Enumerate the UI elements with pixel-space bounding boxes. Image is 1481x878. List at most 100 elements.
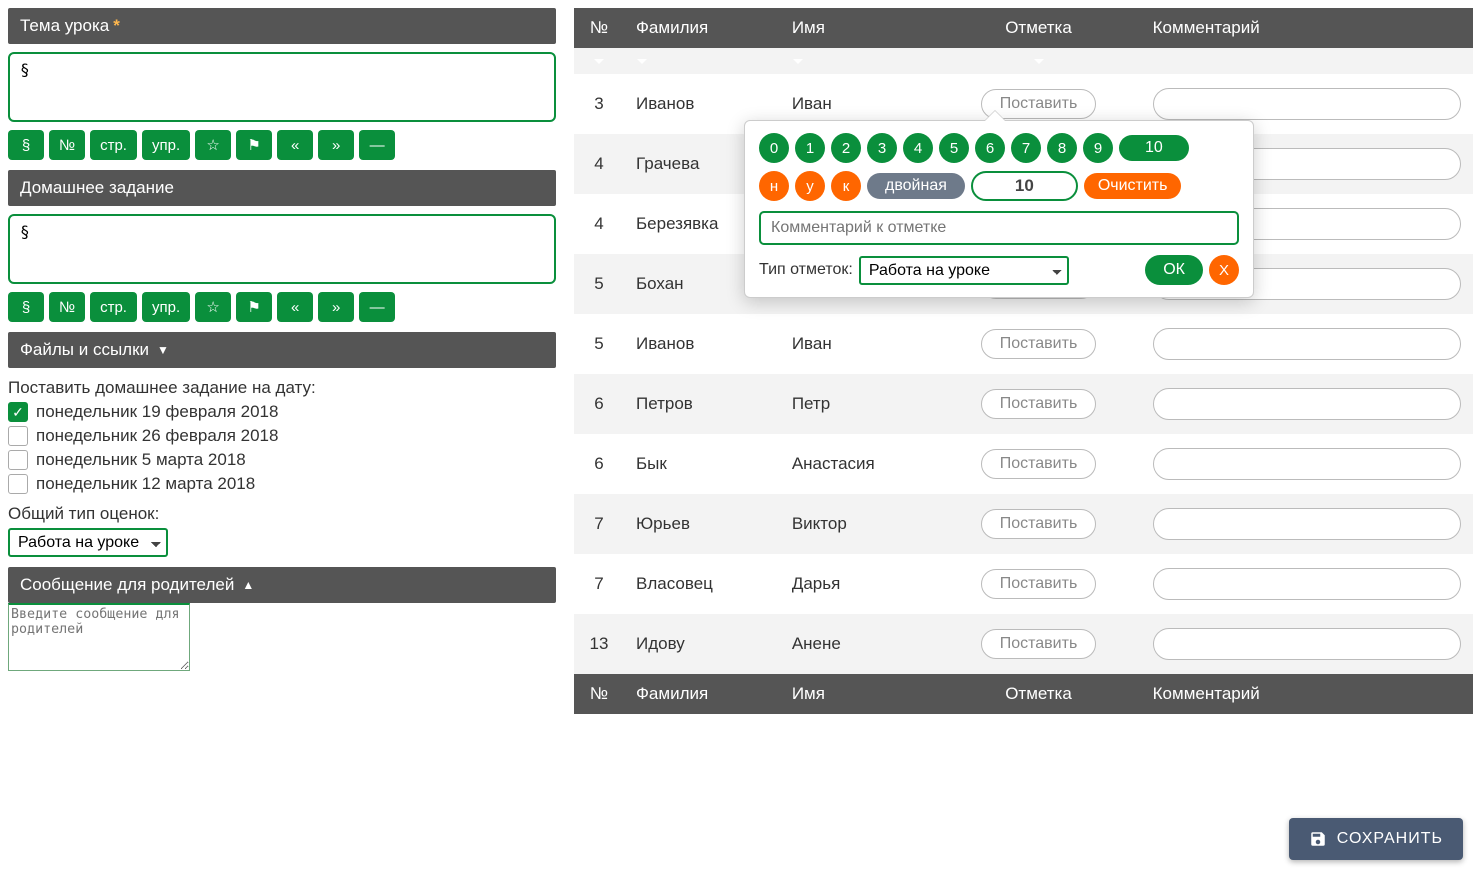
toolbar-button-3[interactable]: упр.	[142, 130, 190, 160]
row-firstname: Иван	[780, 314, 937, 374]
grade-type-select-popover[interactable]: Работа на уроке	[859, 256, 1069, 285]
table-col-header: Комментарий	[1141, 8, 1473, 48]
toolbar-button-2[interactable]: стр.	[90, 292, 137, 322]
table-col-header: Фамилия	[624, 8, 780, 48]
grade-num-7[interactable]: 7	[1011, 133, 1041, 163]
grade-num-2[interactable]: 2	[831, 133, 861, 163]
date-checkbox[interactable]	[8, 450, 28, 470]
grade-letter-н[interactable]: н	[759, 171, 789, 201]
toolbar-button-5[interactable]: ⚑	[236, 130, 272, 160]
sort-cell-empty	[1141, 48, 1473, 74]
toolbar-button-4[interactable]: ☆	[195, 292, 231, 322]
toolbar-button-6[interactable]: «	[277, 292, 313, 322]
grade-num-3[interactable]: 3	[867, 133, 897, 163]
row-lastname: Юрьев	[624, 494, 780, 554]
toolbar-button-2[interactable]: стр.	[90, 130, 137, 160]
toolbar-button-7[interactable]: »	[318, 130, 354, 160]
date-label: понедельник 12 марта 2018	[36, 474, 255, 494]
row-comment-input[interactable]	[1153, 388, 1461, 420]
row-firstname: Петр	[780, 374, 937, 434]
toolbar-button-0[interactable]: §	[8, 130, 44, 160]
save-button[interactable]: СОХРАНИТЬ	[1289, 818, 1463, 860]
row-firstname: Анастасия	[780, 434, 937, 494]
toolbar-button-1[interactable]: №	[49, 130, 85, 160]
double-grade-button[interactable]: двойная	[867, 173, 965, 199]
sort-cell[interactable]	[936, 48, 1140, 74]
date-checkbox[interactable]	[8, 474, 28, 494]
parents-header[interactable]: Сообщение для родителей ▲	[8, 567, 556, 603]
grade-extra-row: нук двойная 10 Очистить	[759, 171, 1239, 201]
left-panel: Тема урока * § §№стр.упр.☆⚑«»— Домашнее …	[8, 8, 556, 714]
table-row: 7ВласовецДарьяПоставить	[574, 554, 1473, 614]
set-grade-button[interactable]: Поставить	[981, 449, 1097, 479]
toolbar-button-6[interactable]: «	[277, 130, 313, 160]
table-footer-row: №ФамилияИмяОтметкаКомментарий	[574, 674, 1473, 714]
grade-num-6[interactable]: 6	[975, 133, 1005, 163]
table-col-header: Имя	[780, 8, 937, 48]
grade-letter-у[interactable]: у	[795, 171, 825, 201]
files-header[interactable]: Файлы и ссылки ▼	[8, 332, 556, 368]
grade-num-0[interactable]: 0	[759, 133, 789, 163]
sort-cell[interactable]	[574, 48, 624, 74]
parents-message-input[interactable]	[8, 603, 190, 671]
grade-number-row: 012345678910	[759, 133, 1239, 163]
row-comment-input[interactable]	[1153, 328, 1461, 360]
date-row: ✓понедельник 19 февраля 2018	[8, 402, 556, 422]
close-button[interactable]: X	[1209, 255, 1239, 285]
date-checkbox[interactable]	[8, 426, 28, 446]
toolbar-button-3[interactable]: упр.	[142, 292, 190, 322]
set-grade-button[interactable]: Поставить	[981, 389, 1097, 419]
grade-type-select[interactable]: Работа на уроке	[8, 528, 168, 557]
chevron-up-icon: ▲	[242, 578, 254, 592]
row-lastname: Бык	[624, 434, 780, 494]
grade-num-10[interactable]: 10	[1119, 135, 1189, 161]
grade-num-9[interactable]: 9	[1083, 133, 1113, 163]
row-comment-input[interactable]	[1153, 88, 1461, 120]
topic-header: Тема урока *	[8, 8, 556, 44]
grade-popover: 012345678910 нук двойная 10 Очистить Тип…	[744, 120, 1254, 298]
row-comment-input[interactable]	[1153, 628, 1461, 660]
row-lastname: Иванов	[624, 314, 780, 374]
row-comment-input[interactable]	[1153, 448, 1461, 480]
grade-letter-к[interactable]: к	[831, 171, 861, 201]
toolbar-button-8[interactable]: —	[359, 292, 395, 322]
grade-type-row: Тип отметок: Работа на уроке ОК X	[759, 255, 1239, 285]
sort-row	[574, 48, 1473, 74]
homework-input[interactable]: §	[8, 214, 556, 284]
set-grade-button[interactable]: Поставить	[981, 329, 1097, 359]
set-grade-button[interactable]: Поставить	[981, 509, 1097, 539]
homework-header: Домашнее задание	[8, 170, 556, 206]
row-comment-input[interactable]	[1153, 508, 1461, 540]
toolbar-button-5[interactable]: ⚑	[236, 292, 272, 322]
set-grade-button[interactable]: Поставить	[981, 569, 1097, 599]
row-firstname: Анене	[780, 614, 937, 674]
topic-input[interactable]: §	[8, 52, 556, 122]
clear-button[interactable]: Очистить	[1084, 173, 1182, 199]
set-grade-button[interactable]: Поставить	[981, 629, 1097, 659]
toolbar-button-4[interactable]: ☆	[195, 130, 231, 160]
sort-cell[interactable]	[624, 48, 780, 74]
toolbar-button-1[interactable]: №	[49, 292, 85, 322]
ok-button[interactable]: ОК	[1145, 255, 1203, 285]
homework-date-label: Поставить домашнее задание на дату:	[8, 378, 556, 398]
toolbar-button-8[interactable]: —	[359, 130, 395, 160]
grade-num-8[interactable]: 8	[1047, 133, 1077, 163]
grade-comment-input[interactable]	[759, 211, 1239, 245]
chevron-down-icon	[593, 58, 605, 66]
table-row: 13ИдовуАненеПоставить	[574, 614, 1473, 674]
row-firstname: Дарья	[780, 554, 937, 614]
toolbar-button-7[interactable]: »	[318, 292, 354, 322]
grade-num-4[interactable]: 4	[903, 133, 933, 163]
date-checkbox[interactable]: ✓	[8, 402, 28, 422]
row-comment-input[interactable]	[1153, 568, 1461, 600]
grade-num-5[interactable]: 5	[939, 133, 969, 163]
table-row: 6ПетровПетрПоставить	[574, 374, 1473, 434]
date-row: понедельник 26 февраля 2018	[8, 426, 556, 446]
save-button-label: СОХРАНИТЬ	[1337, 830, 1443, 848]
sort-cell[interactable]	[780, 48, 937, 74]
toolbar-button-0[interactable]: §	[8, 292, 44, 322]
date-row: понедельник 5 марта 2018	[8, 450, 556, 470]
row-number: 7	[574, 554, 624, 614]
grade-num-1[interactable]: 1	[795, 133, 825, 163]
table-col-header: №	[574, 674, 624, 714]
